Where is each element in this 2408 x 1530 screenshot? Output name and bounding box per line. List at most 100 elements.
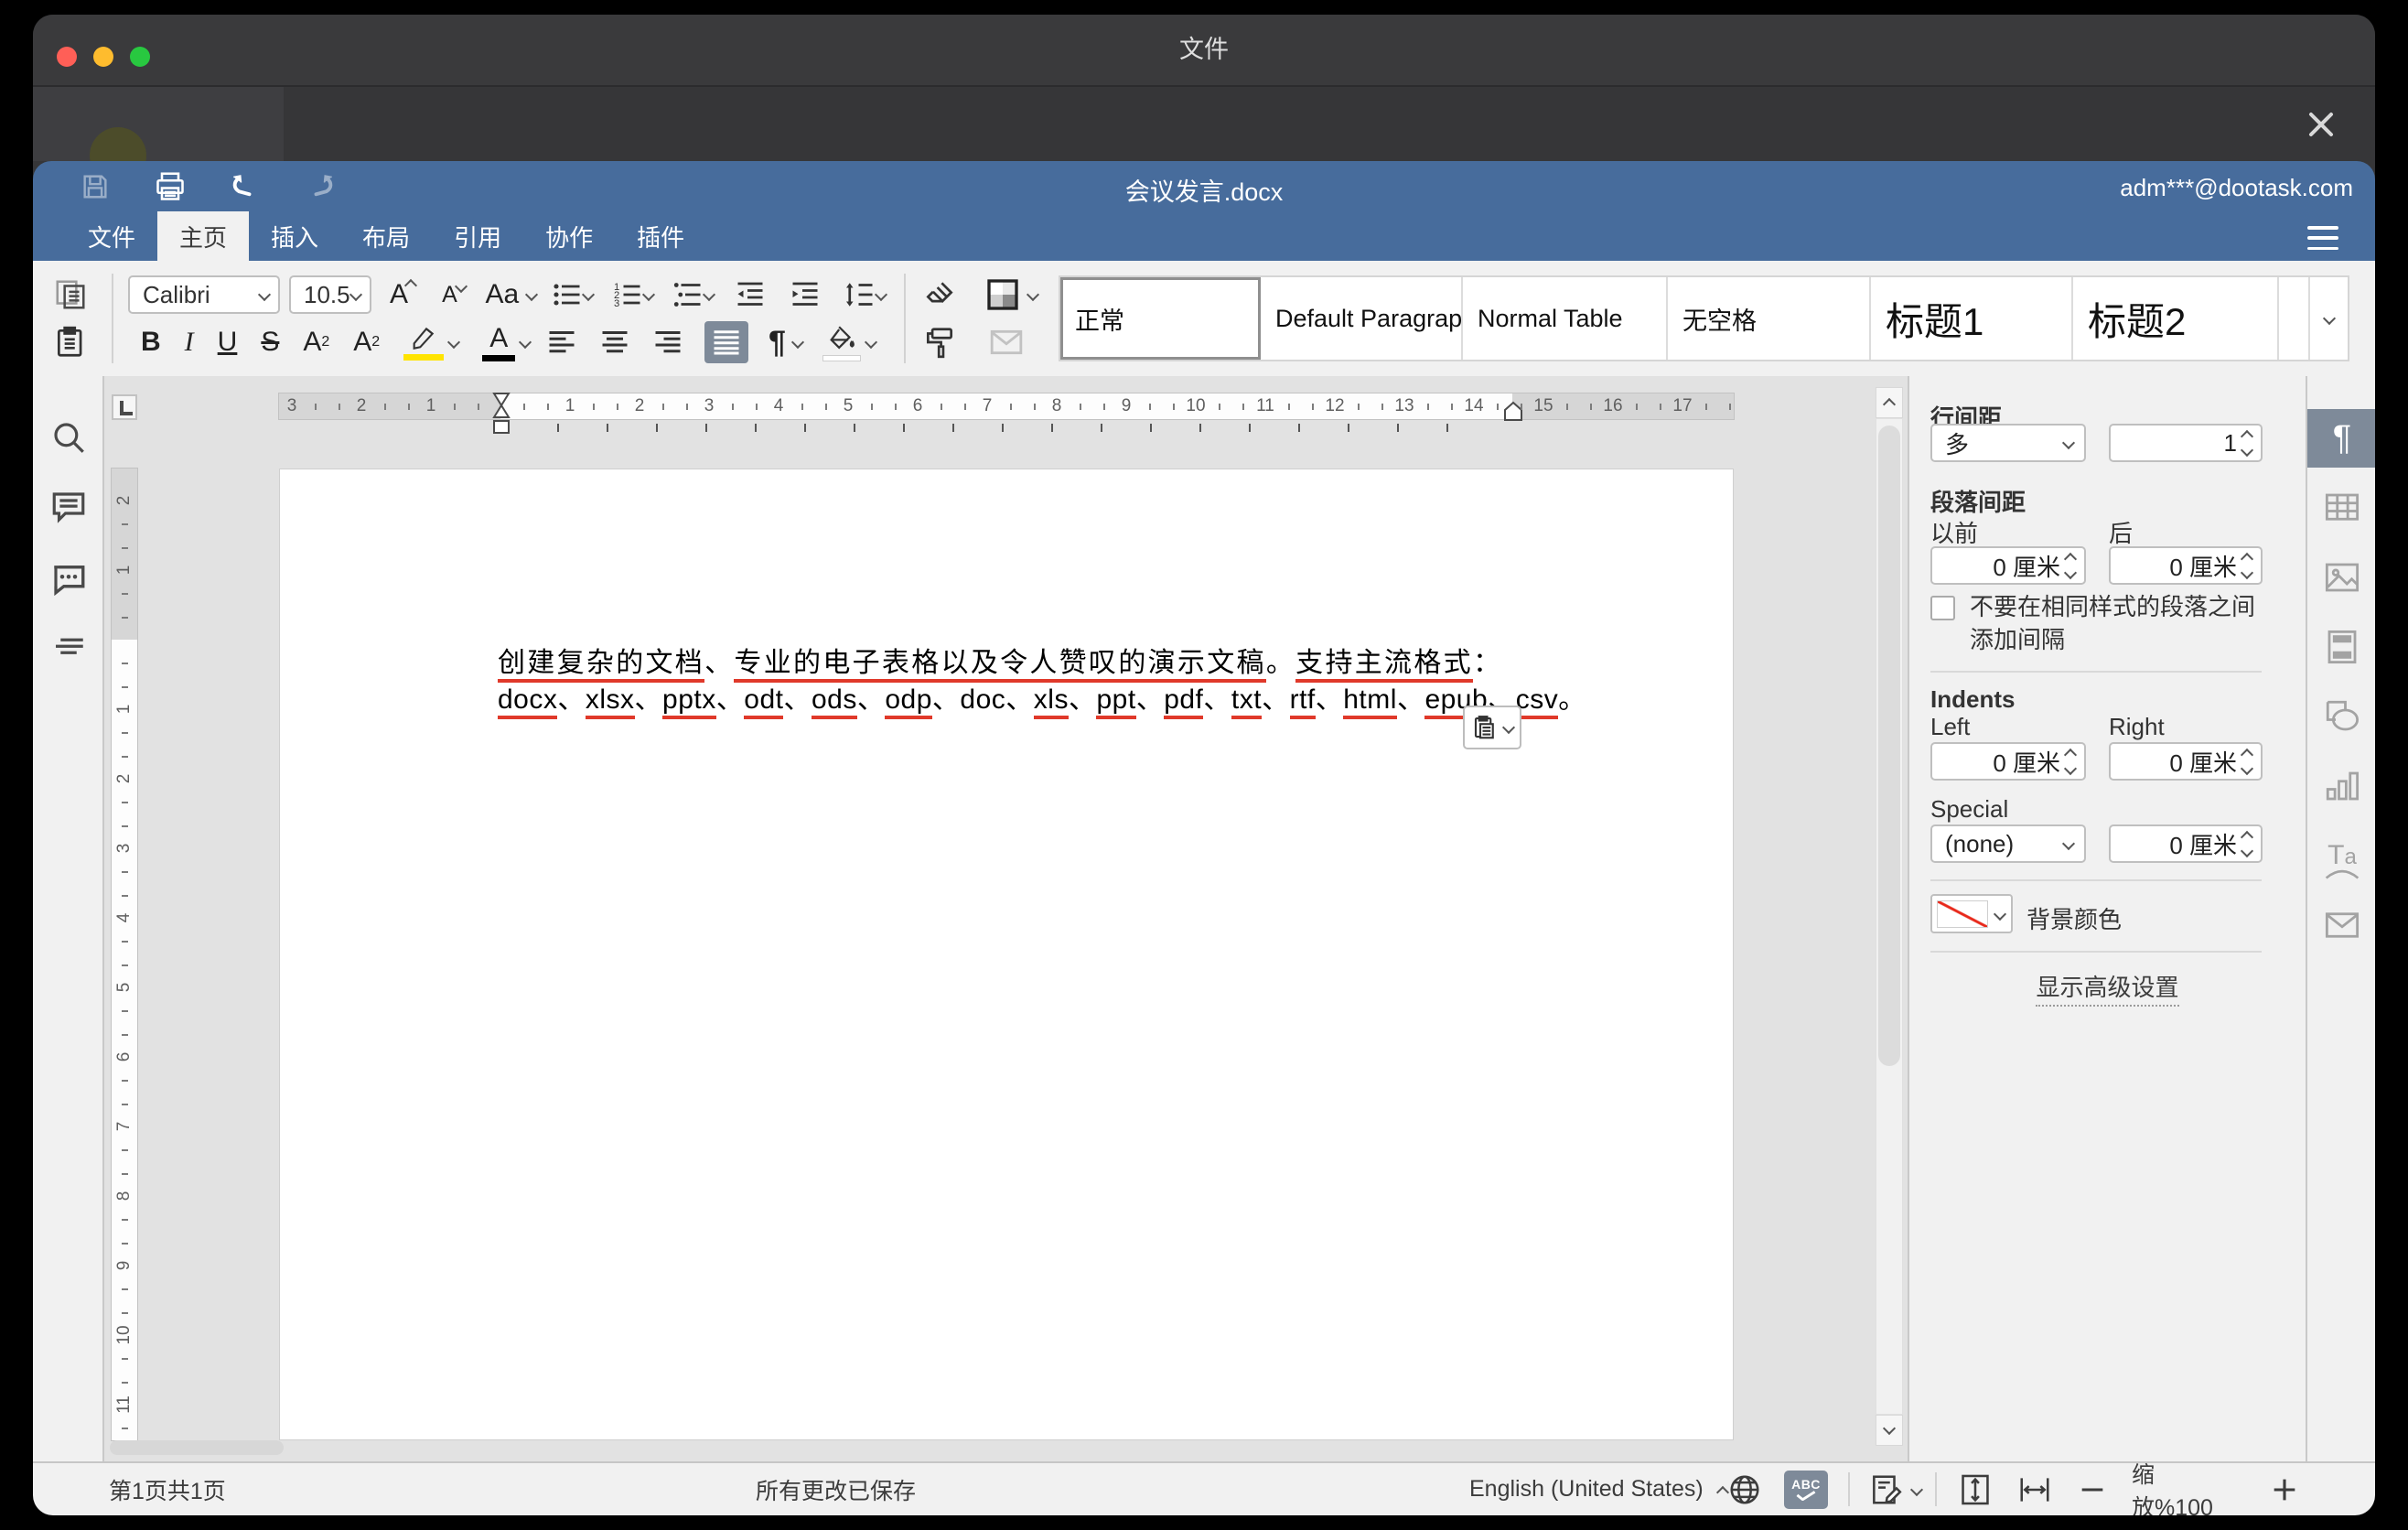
mailmerge-settings-icon[interactable] xyxy=(2307,896,2375,954)
tab-插入[interactable]: 插入 xyxy=(249,211,340,261)
indent-right-spinner[interactable]: 0 厘米 xyxy=(2109,742,2263,781)
multilevel-list-button[interactable] xyxy=(666,274,719,316)
highlight-color-button[interactable] xyxy=(403,321,458,363)
spellcheck-toggle[interactable]: ABC xyxy=(1784,1471,1828,1509)
advanced-settings-link[interactable]: 显示高级设置 xyxy=(1909,969,2306,1003)
tab-协作[interactable]: 协作 xyxy=(523,211,615,261)
paste-options-button[interactable] xyxy=(1463,706,1521,749)
italic-button[interactable]: I xyxy=(185,321,194,363)
style-正常[interactable]: 正常 xyxy=(1060,277,1261,360)
horizontal-scroll-thumb[interactable] xyxy=(110,1440,284,1455)
scroll-down-icon[interactable] xyxy=(1876,1415,1903,1446)
line-spacing-button[interactable] xyxy=(836,274,893,316)
borders-button[interactable] xyxy=(984,274,1037,316)
align-right-button[interactable] xyxy=(651,321,684,363)
document-area[interactable]: 3211234567891011121314151617 21123456789… xyxy=(104,376,1908,1461)
paste-button[interactable] xyxy=(53,321,88,363)
style-标题1[interactable]: 标题1 xyxy=(1871,277,2073,360)
strikethrough-button[interactable]: S xyxy=(261,321,279,363)
indent-left-spinner[interactable]: 0 厘米 xyxy=(1930,742,2086,781)
background-color-picker[interactable] xyxy=(1930,894,2013,933)
table-settings-icon[interactable] xyxy=(2307,479,2375,537)
special-by-spinner[interactable]: 0 厘米 xyxy=(2109,824,2263,863)
horizontal-ruler[interactable]: 3211234567891011121314151617 xyxy=(279,393,1734,419)
ruler-number: 11 xyxy=(114,1392,134,1417)
paragraph-line-2[interactable]: docx、xlsx、pptx、odt、ods、odp、doc、xls、ppt、p… xyxy=(498,676,1586,717)
tab-文件[interactable]: 文件 xyxy=(66,211,157,261)
zoom-in-button[interactable] xyxy=(2269,1463,2300,1515)
font-color-button[interactable]: A xyxy=(482,321,530,363)
decrease-font-button[interactable]: A xyxy=(434,274,474,316)
comments-icon[interactable] xyxy=(49,488,88,526)
search-icon[interactable] xyxy=(49,418,88,457)
align-left-button[interactable] xyxy=(545,321,578,363)
numbered-list-button[interactable]: 123 xyxy=(606,274,659,316)
mailmerge-button[interactable] xyxy=(988,321,1025,363)
image-settings-icon[interactable] xyxy=(2307,548,2375,607)
special-select[interactable]: (none) xyxy=(1930,824,2086,863)
shape-settings-icon[interactable] xyxy=(2307,687,2375,746)
advanced-settings-text[interactable]: 显示高级设置 xyxy=(2036,974,2178,1007)
paragraph-line-1[interactable]: 创建复杂的文档、专业的电子表格以及令人赞叹的演示文稿。支持主流格式： xyxy=(498,640,1519,680)
fit-width-button[interactable] xyxy=(2017,1463,2052,1515)
bullet-list-button[interactable] xyxy=(545,274,598,316)
tab-selector[interactable] xyxy=(112,394,137,420)
fit-page-button[interactable] xyxy=(1958,1463,1993,1515)
navigation-icon[interactable] xyxy=(49,629,88,667)
format-csv: csv xyxy=(1516,684,1559,719)
style-Default Paragraph[interactable]: Default Paragraph xyxy=(1261,277,1463,360)
style-无空格[interactable]: 无空格 xyxy=(1668,277,1871,360)
page-indicator[interactable]: 第1页共1页 xyxy=(109,1463,226,1515)
line-spacing-multiple-spinner[interactable]: 1 xyxy=(2109,424,2263,462)
indent-right-value: 0 厘米 xyxy=(2111,745,2242,779)
font-name-select[interactable]: Calibri xyxy=(128,275,280,314)
chat-icon[interactable] xyxy=(49,559,88,598)
hamburger-menu-icon[interactable] xyxy=(2307,226,2338,250)
decrease-indent-button[interactable] xyxy=(726,274,774,316)
zoom-level[interactable]: 缩放%100 xyxy=(2132,1463,2232,1515)
language-selector[interactable]: English (United States) xyxy=(1469,1463,1727,1515)
copy-button[interactable] xyxy=(53,274,88,316)
format-ppt: ppt xyxy=(1096,684,1135,719)
superscript-button[interactable]: A2 xyxy=(303,321,329,363)
no-spacing-between-checkbox[interactable] xyxy=(1930,596,1955,620)
tab-主页[interactable]: 主页 xyxy=(157,211,249,261)
style-标题2[interactable]: 标题2 xyxy=(2073,277,2279,360)
indent-markers[interactable] xyxy=(489,392,513,437)
underline-button[interactable]: U xyxy=(218,321,238,363)
tab-引用[interactable]: 引用 xyxy=(432,211,523,261)
shading-button[interactable] xyxy=(822,321,876,363)
spacing-before-spinner[interactable]: 0 厘米 xyxy=(1930,546,2086,585)
nonprinting-chars-button[interactable]: ¶ xyxy=(769,321,802,363)
vertical-ruler[interactable]: 211234567891011 xyxy=(112,469,137,1440)
justify-button[interactable] xyxy=(704,321,748,363)
vertical-scroll-thumb[interactable] xyxy=(1878,426,1900,1066)
spacing-after-spinner[interactable]: 0 厘米 xyxy=(2109,546,2263,585)
paragraph-settings-icon[interactable]: ¶ xyxy=(2307,409,2375,468)
window-title: 文件 xyxy=(33,15,2375,85)
increase-font-button[interactable]: A xyxy=(381,274,425,316)
increase-indent-button[interactable] xyxy=(781,274,829,316)
set-language-icon[interactable] xyxy=(1727,1463,1762,1515)
bold-button[interactable]: B xyxy=(141,321,161,363)
vertical-scrollbar[interactable] xyxy=(1876,387,1903,1446)
tab-布局[interactable]: 布局 xyxy=(340,211,432,261)
textart-settings-icon[interactable]: Ta xyxy=(2307,826,2375,885)
tab-插件[interactable]: 插件 xyxy=(615,211,706,261)
headerfooter-settings-icon[interactable] xyxy=(2307,618,2375,676)
line-spacing-select[interactable]: 多 xyxy=(1930,424,2086,462)
clear-style-button[interactable] xyxy=(922,274,957,316)
copy-style-button[interactable] xyxy=(922,321,957,363)
style-gallery-expand-icon[interactable] xyxy=(2310,277,2348,360)
change-case-button[interactable]: Aa xyxy=(483,274,538,316)
subscript-button[interactable]: A2 xyxy=(353,321,380,363)
close-icon[interactable] xyxy=(2304,107,2338,142)
font-size-select[interactable]: 10.5 xyxy=(289,275,371,314)
align-center-button[interactable] xyxy=(598,321,631,363)
page[interactable]: 创建复杂的文档、专业的电子表格以及令人赞叹的演示文稿。支持主流格式： docx、… xyxy=(279,469,1734,1440)
track-changes-button[interactable] xyxy=(1868,1463,1921,1515)
style-Normal Table[interactable]: Normal Table xyxy=(1463,277,1668,360)
zoom-out-button[interactable] xyxy=(2077,1463,2108,1515)
chart-settings-icon[interactable] xyxy=(2307,757,2375,815)
scroll-up-icon[interactable] xyxy=(1876,387,1903,418)
